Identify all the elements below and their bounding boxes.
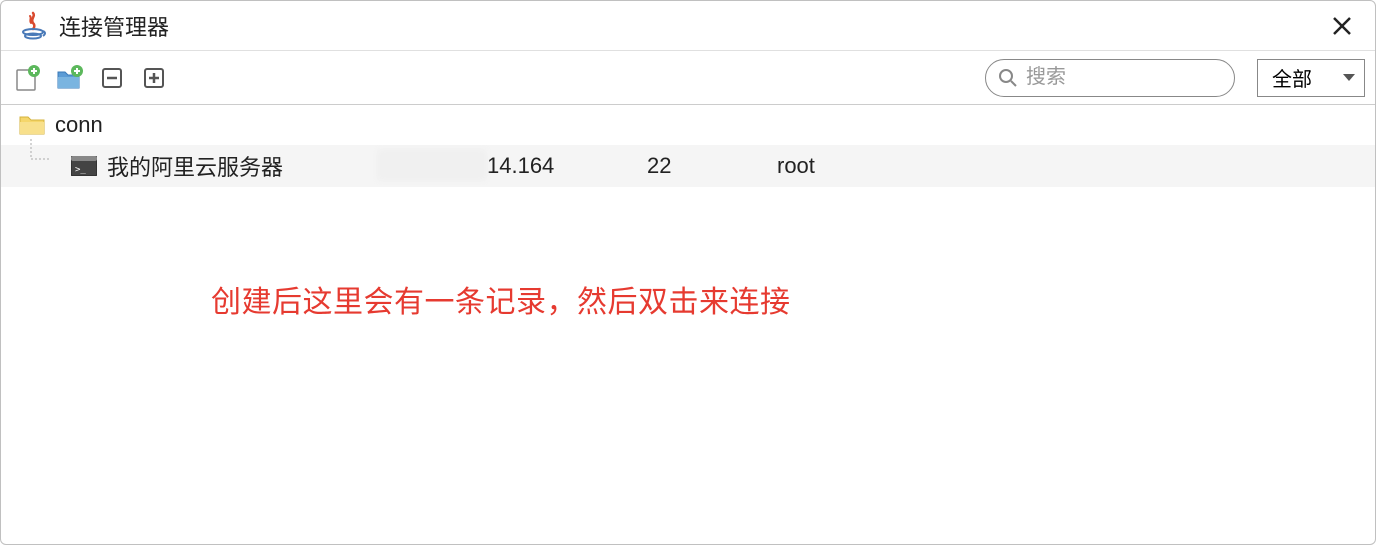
terminal-icon: >_ [71,156,97,176]
chevron-down-icon [1342,73,1356,83]
search-icon [998,68,1018,88]
redacted-ip-prefix [377,149,487,181]
content-area: conn >_ 我的阿里云服务器 14.164 22 root 创建后这 [1,105,1375,544]
folder-icon [19,114,45,136]
connection-row[interactable]: >_ 我的阿里云服务器 14.164 22 root [1,145,1375,187]
folder-row[interactable]: conn [1,105,1375,145]
collapse-all-button[interactable] [95,61,129,95]
search-input[interactable] [1026,66,1222,89]
window-title: 连接管理器 [59,10,169,42]
connection-user: root [777,153,1375,179]
java-app-icon [19,10,47,42]
new-folder-icon [55,63,85,93]
new-file-button[interactable] [11,61,45,95]
annotation-text: 创建后这里会有一条记录，然后双击来连接 [211,277,791,321]
titlebar: 连接管理器 [1,1,1375,51]
expand-all-button[interactable] [137,61,171,95]
expand-icon [141,65,167,91]
tree-connector [1,145,53,187]
window-frame: 连接管理器 [0,0,1376,545]
folder-name: conn [55,112,103,138]
new-file-icon [13,63,43,93]
svg-text:>_: >_ [75,165,86,175]
collapse-icon [99,65,125,91]
new-folder-button[interactable] [53,61,87,95]
filter-dropdown[interactable]: 全部 [1257,59,1365,97]
search-box[interactable] [985,59,1235,97]
close-button[interactable] [1327,11,1357,41]
close-icon [1331,15,1353,37]
connection-port: 22 [647,153,777,179]
connection-ip: 14.164 [487,153,647,179]
toolbar: 全部 [1,51,1375,105]
filter-selected-label: 全部 [1272,63,1312,92]
